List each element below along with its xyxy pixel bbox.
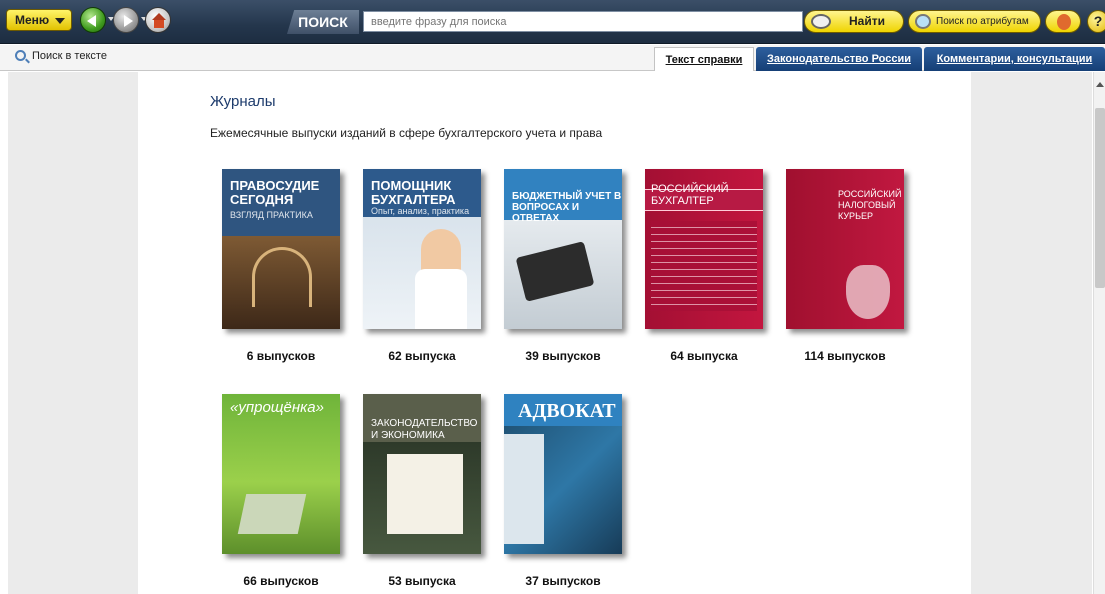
search-in-text-button[interactable]: Поиск в тексте xyxy=(15,50,107,62)
home-icon xyxy=(152,13,166,20)
help-button[interactable]: ? xyxy=(1087,10,1105,33)
magazine-cover[interactable]: РОССИЙСКИЙ НАЛОГОВЫЙ КУРЬЕР xyxy=(786,169,904,329)
cover-subtitle: Опыт, анализ, практика xyxy=(371,206,470,216)
find-button[interactable]: Найти xyxy=(804,10,904,33)
issue-count-link[interactable]: 64 выпуска xyxy=(634,349,774,363)
tab-help-text[interactable]: Текст справки xyxy=(654,47,754,71)
justice-scales-image xyxy=(252,247,312,307)
magazine-card[interactable]: БЮДЖЕТНЫЙ УЧЕТ В ВОПРОСАХ И ОТВЕТАХ 39 в… xyxy=(493,169,633,363)
magazine-cover[interactable]: ПРАВОСУДИЕ СЕГОДНЯ ВЗГЛЯД ПРАКТИКА xyxy=(222,169,340,329)
attribute-search-label: Поиск по атрибутам xyxy=(936,16,1029,27)
arrow-left-icon xyxy=(87,15,96,27)
magazine-card[interactable]: ЗАКОНОДАТЕЛЬСТВО И ЭКОНОМИКА 53 выпуска xyxy=(352,394,492,588)
magazine-cover[interactable]: РОССИЙСКИЙ БУХГАЛТЕР xyxy=(645,169,763,329)
magazine-cover[interactable]: «упрощёнка» xyxy=(222,394,340,554)
content-page: Журналы Ежемесячные выпуски изданий в сф… xyxy=(138,72,971,594)
magazine-card[interactable]: ПОМОЩНИК БУХГАЛТЕРА Опыт, анализ, практи… xyxy=(352,169,492,363)
attribute-search-button[interactable]: Поиск по атрибутам xyxy=(908,10,1041,33)
menu-button[interactable]: Меню xyxy=(6,9,72,31)
percent-cubes-image xyxy=(237,494,307,534)
back-button[interactable] xyxy=(80,7,106,33)
find-button-label: Найти xyxy=(849,14,885,28)
home-icon-body xyxy=(154,20,164,28)
issue-count-link[interactable]: 53 выпуска xyxy=(352,574,492,588)
cover-title: РОССИЙСКИЙ НАЛОГОВЫЙ КУРЬЕР xyxy=(838,189,902,221)
search-icon xyxy=(15,50,26,61)
search-input[interactable] xyxy=(363,11,803,32)
document-image xyxy=(387,454,463,534)
coat-of-arms-image xyxy=(846,265,890,319)
search-in-text-label: Поиск в тексте xyxy=(32,50,107,62)
magazine-cover[interactable]: БЮДЖЕТНЫЙ УЧЕТ В ВОПРОСАХ И ОТВЕТАХ xyxy=(504,169,622,329)
magazine-card[interactable]: РОССИЙСКИЙ НАЛОГОВЫЙ КУРЬЕР 114 выпусков xyxy=(775,169,915,363)
cover-title: РОССИЙСКИЙ БУХГАЛТЕР xyxy=(651,183,729,207)
document-tabs-bar: Поиск в тексте Текст справки Законодател… xyxy=(0,45,1105,71)
cover-title: АДВОКАТ xyxy=(518,400,616,422)
cover-title: БЮДЖЕТНЫЙ УЧЕТ В ВОПРОСАХ И ОТВЕТАХ xyxy=(512,191,622,224)
page-title: Журналы xyxy=(210,93,276,110)
page-subtitle: Ежемесячные выпуски изданий в сфере бухг… xyxy=(210,126,603,140)
cover-contents-text xyxy=(651,221,757,311)
issue-count-link[interactable]: 37 выпусков xyxy=(493,574,633,588)
magazine-cover[interactable]: ЗАКОНОДАТЕЛЬСТВО И ЭКОНОМИКА xyxy=(363,394,481,554)
tab-comments-consultations[interactable]: Комментарии, консультации xyxy=(924,47,1105,71)
scrollbar-thumb[interactable] xyxy=(1095,108,1105,288)
magazine-cover[interactable]: ПОМОЩНИК БУХГАЛТЕРА Опыт, анализ, практи… xyxy=(363,169,481,329)
cover-title: ПОМОЩНИК БУХГАЛТЕРА xyxy=(371,178,456,207)
magazine-cover[interactable]: АДВОКАТ xyxy=(504,394,622,554)
magazine-card[interactable]: ПРАВОСУДИЕ СЕГОДНЯ ВЗГЛЯД ПРАКТИКА 6 вып… xyxy=(211,169,351,363)
magazine-card[interactable]: АДВОКАТ 37 выпусков xyxy=(493,394,633,588)
accountant-photo xyxy=(415,229,467,329)
cover-title: ЗАКОНОДАТЕЛЬСТВО И ЭКОНОМИКА xyxy=(371,418,478,441)
scroll-up-icon[interactable] xyxy=(1096,82,1104,87)
cover-paper-image xyxy=(504,434,544,544)
vertical-scrollbar[interactable] xyxy=(1093,72,1105,594)
search-icon xyxy=(811,14,831,29)
chevron-down-icon xyxy=(55,18,65,24)
legal-scales-button[interactable] xyxy=(1045,10,1081,33)
issue-count-link[interactable]: 114 выпусков xyxy=(775,349,915,363)
cover-title: «упрощёнка» xyxy=(230,399,324,416)
arrow-right-icon xyxy=(124,15,133,27)
cover-subtitle: ВЗГЛЯД ПРАКТИКА xyxy=(230,210,313,220)
top-toolbar: Меню ПОИСК Найти Поиск по атрибутам ? xyxy=(0,0,1105,44)
attribute-search-icon xyxy=(915,14,931,29)
content-frame: Журналы Ежемесячные выпуски изданий в сф… xyxy=(8,72,1092,594)
issue-count-link[interactable]: 66 выпусков xyxy=(211,574,351,588)
menu-label: Меню xyxy=(15,13,50,27)
cover-title: ПРАВОСУДИЕ СЕГОДНЯ xyxy=(230,178,320,207)
issue-count-link[interactable]: 62 выпуска xyxy=(352,349,492,363)
magazine-card[interactable]: «упрощёнка» 66 выпусков xyxy=(211,394,351,588)
scales-icon xyxy=(1057,14,1071,30)
issue-count-link[interactable]: 6 выпусков xyxy=(211,349,351,363)
home-button[interactable] xyxy=(145,7,171,33)
issue-count-link[interactable]: 39 выпусков xyxy=(493,349,633,363)
magazine-card[interactable]: РОССИЙСКИЙ БУХГАЛТЕР 64 выпуска xyxy=(634,169,774,363)
search-label: ПОИСК xyxy=(287,10,359,34)
forward-button[interactable] xyxy=(113,7,139,33)
tab-russian-legislation[interactable]: Законодательство России xyxy=(756,47,922,71)
calculator-image xyxy=(515,241,595,302)
